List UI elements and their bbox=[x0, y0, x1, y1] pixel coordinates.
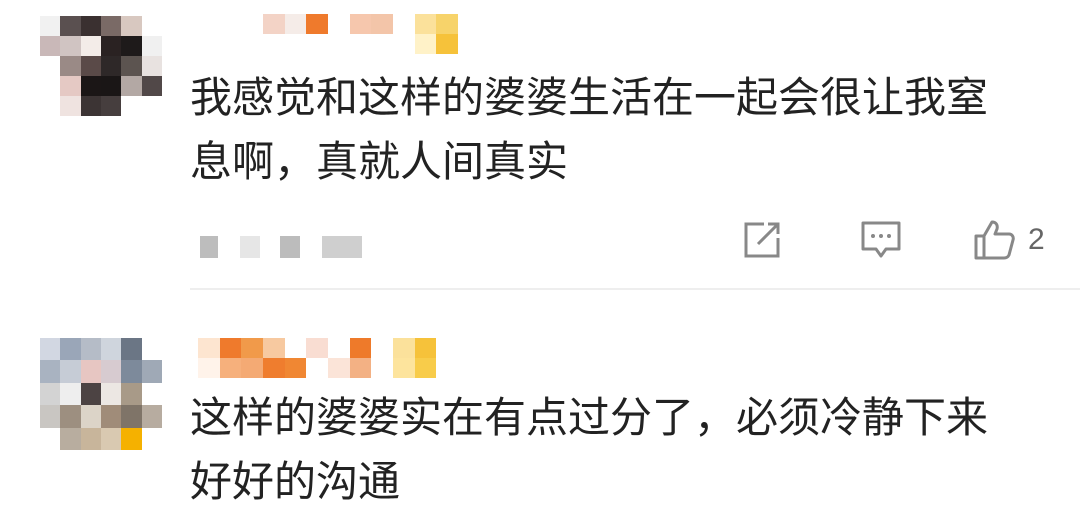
share-icon bbox=[744, 222, 780, 258]
like-count: 2 bbox=[1028, 223, 1045, 256]
reply-icon bbox=[861, 221, 901, 258]
thumbs-up-icon bbox=[974, 220, 1015, 260]
comment-text: 我感觉和这样的婆婆生活在一起会很让我窒 息啊，真就人间真实 bbox=[190, 73, 989, 186]
share-button[interactable] bbox=[740, 212, 784, 268]
like-button[interactable]: 2 bbox=[970, 212, 1045, 268]
comment-item: 这样的婆婆实在有点过分了，必须冷静下来 好好的沟通 bbox=[0, 290, 1080, 528]
comment-actions: 2 bbox=[740, 212, 1060, 268]
avatar[interactable] bbox=[40, 16, 162, 116]
avatar[interactable] bbox=[40, 338, 162, 450]
username-pixelated[interactable] bbox=[198, 14, 458, 54]
comment-meta-pixelated bbox=[200, 236, 380, 258]
comment-item: 我感觉和这样的婆婆生活在一起会很让我窒 息啊，真就人间真实 2 bbox=[0, 0, 1080, 290]
comment-text: 这样的婆婆实在有点过分了，必须冷静下来 好好的沟通 bbox=[190, 393, 989, 506]
username-pixelated[interactable] bbox=[198, 338, 458, 378]
reply-button[interactable] bbox=[858, 212, 904, 268]
